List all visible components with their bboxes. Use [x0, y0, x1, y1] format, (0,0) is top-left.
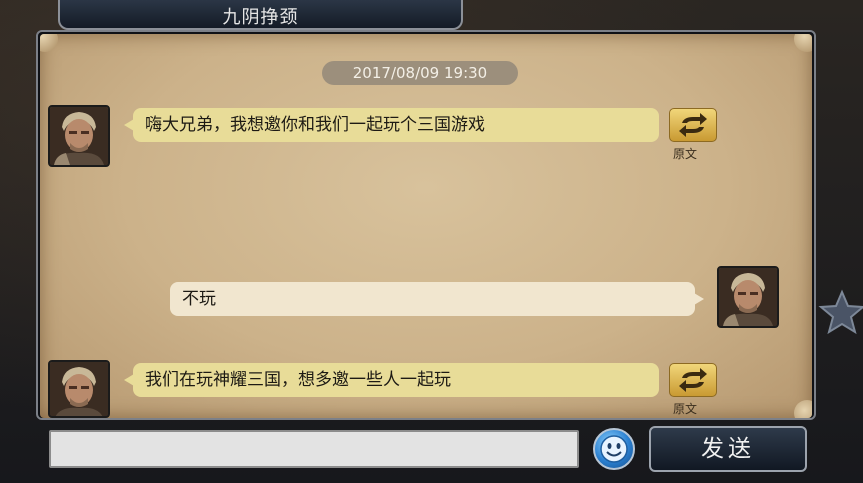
warrior-portrait-icon	[50, 362, 108, 416]
conversation-title: 九阴挣颈	[222, 7, 299, 28]
send-button[interactable]: 发送	[649, 426, 807, 472]
side-star-button[interactable]	[818, 288, 863, 338]
emoji-button[interactable]	[593, 428, 635, 470]
warrior-portrait-icon	[719, 268, 777, 326]
chat-window: 九阴挣颈 2017/08/09 19:30 嗨大兄弟，我想邀你和我们一起玩个三国…	[0, 0, 863, 483]
warrior-portrait-icon	[50, 107, 108, 165]
sender-avatar[interactable]	[48, 105, 110, 167]
translate-button[interactable]	[669, 363, 717, 397]
message-timestamp: 2017/08/09 19:30	[322, 61, 518, 85]
star-icon	[818, 289, 863, 335]
title-tab: 九阴挣颈	[58, 0, 463, 30]
smiley-icon	[600, 435, 628, 463]
message-area[interactable]	[40, 34, 812, 418]
scroll-ornament	[794, 34, 812, 52]
incoming-message-bubble[interactable]: 嗨大兄弟，我想邀你和我们一起玩个三国游戏	[124, 108, 659, 142]
translate-button[interactable]	[669, 108, 717, 142]
swap-arrows-icon	[679, 113, 707, 137]
own-avatar[interactable]	[717, 266, 779, 328]
swap-arrows-icon	[679, 368, 707, 392]
incoming-message-bubble[interactable]: 我们在玩神耀三国，想多邀一些人一起玩	[124, 363, 659, 397]
translate-label[interactable]: 原文	[661, 145, 709, 162]
scroll-ornament	[40, 34, 58, 52]
outgoing-message-bubble[interactable]: 不玩	[170, 282, 704, 316]
translate-label[interactable]: 原文	[661, 400, 709, 417]
sender-avatar[interactable]	[48, 360, 110, 418]
scroll-ornament	[794, 400, 812, 418]
message-input[interactable]	[49, 430, 579, 468]
